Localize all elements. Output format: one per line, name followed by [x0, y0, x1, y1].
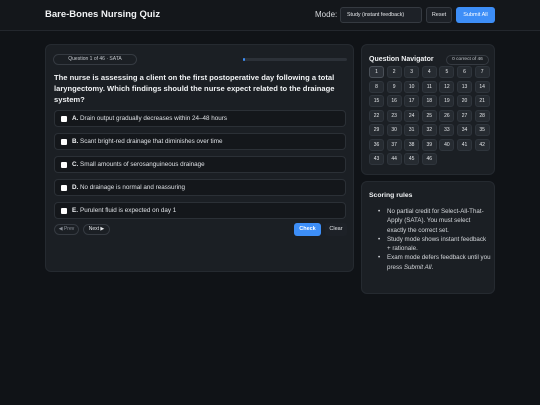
nav-cell-24[interactable]: 24 [404, 109, 420, 122]
checkbox[interactable] [61, 162, 67, 168]
next-button[interactable]: Next ▶ [83, 224, 110, 235]
option-text: Small amounts of serosanguineous drainag… [80, 161, 205, 168]
option-b[interactable]: B. Scant bright-red drainage that dimini… [54, 133, 346, 150]
nav-cell-45[interactable]: 45 [404, 153, 420, 165]
nav-cell-33[interactable]: 33 [439, 124, 455, 136]
question-navigator: Question Navigator 0 correct of 46 12345… [361, 44, 495, 175]
nav-cell-19[interactable]: 19 [439, 95, 455, 107]
rules-title: Scoring rules [369, 192, 413, 199]
rules-list: No partial credit for Select-All-That-Ap… [378, 207, 491, 272]
clear-button[interactable]: Clear [325, 223, 347, 236]
nav-cell-1[interactable]: 1 [369, 66, 384, 78]
submit-all-button[interactable]: Submit All [456, 7, 495, 23]
nav-cell-5[interactable]: 5 [439, 66, 455, 78]
nav-cell-29[interactable]: 29 [369, 124, 384, 136]
nav-cell-6[interactable]: 6 [457, 66, 472, 78]
nav-cell-22[interactable]: 22 [369, 109, 384, 122]
check-button[interactable]: Check [294, 223, 321, 236]
nav-cell-38[interactable]: 38 [404, 138, 420, 151]
checkbox[interactable] [61, 185, 67, 191]
nav-cell-43[interactable]: 43 [369, 153, 384, 165]
nav-cell-8[interactable]: 8 [369, 80, 384, 93]
nav-cell-7[interactable]: 7 [474, 66, 490, 78]
mode-select[interactable]: Study (instant feedback) [340, 7, 422, 23]
rule-item: No partial credit for Select-All-That-Ap… [378, 207, 491, 235]
option-a[interactable]: A. Drain output gradually decreases with… [54, 110, 346, 127]
nav-cell-27[interactable]: 27 [457, 109, 472, 122]
rule-item: Study mode shows instant feedback + rati… [378, 235, 491, 254]
mode-label: Mode: [315, 10, 338, 19]
nav-cell-13[interactable]: 13 [457, 80, 472, 93]
nav-cell-31[interactable]: 31 [404, 124, 420, 136]
progress-fill [243, 58, 246, 61]
nav-cell-2[interactable]: 2 [386, 66, 402, 78]
rule-text: . [431, 263, 434, 271]
nav-cell-42[interactable]: 42 [474, 138, 490, 151]
nav-cell-20[interactable]: 20 [457, 95, 472, 107]
question-card: Question 1 of 46 · SATA The nurse is ass… [45, 44, 354, 272]
nav-cell-23[interactable]: 23 [386, 109, 402, 122]
option-letter: B. [72, 138, 79, 145]
option-letter: D. [72, 184, 79, 191]
nav-cell-39[interactable]: 39 [421, 138, 437, 151]
nav-cell-35[interactable]: 35 [474, 124, 490, 136]
nav-cell-28[interactable]: 28 [474, 109, 490, 122]
checkbox[interactable] [61, 208, 67, 214]
nav-cell-34[interactable]: 34 [457, 124, 472, 136]
progress-bar [243, 58, 347, 61]
navigator-title: Question Navigator [369, 56, 434, 63]
option-text: Purulent fluid is expected on day 1 [80, 207, 177, 214]
nav-cell-17[interactable]: 17 [404, 95, 420, 107]
option-d[interactable]: D. No drainage is normal and reassuring [54, 179, 346, 196]
option-text: No drainage is normal and reassuring [80, 184, 186, 191]
nav-cell-12[interactable]: 12 [439, 80, 455, 93]
reset-button[interactable]: Reset [426, 7, 452, 23]
nav-cell-44[interactable]: 44 [386, 153, 402, 165]
rule-emphasis: Submit All [403, 263, 432, 271]
nav-cell-36[interactable]: 36 [369, 138, 384, 151]
nav-cell-25[interactable]: 25 [421, 109, 437, 122]
rule-item: Exam mode defers feedback until you pres… [378, 253, 491, 272]
nav-cell-11[interactable]: 11 [421, 80, 437, 93]
score-badge: 0 correct of 46 [446, 55, 489, 65]
nav-cell-3[interactable]: 3 [404, 66, 420, 78]
option-e[interactable]: E. Purulent fluid is expected on day 1 [54, 202, 346, 219]
question-meta-badge: Question 1 of 46 · SATA [53, 54, 137, 65]
option-text: Scant bright-red drainage that diminishe… [80, 138, 223, 145]
nav-cell-10[interactable]: 10 [404, 80, 420, 93]
scoring-rules-card: Scoring rules No partial credit for Sele… [361, 181, 495, 294]
top-bar: Bare-Bones Nursing Quiz Mode: Study (ins… [0, 0, 540, 31]
nav-cell-26[interactable]: 26 [439, 109, 455, 122]
option-text: Drain output gradually decreases within … [80, 115, 228, 122]
nav-cell-41[interactable]: 41 [457, 138, 472, 151]
nav-cell-18[interactable]: 18 [421, 95, 437, 107]
nav-cell-9[interactable]: 9 [386, 80, 402, 93]
app-title: Bare-Bones Nursing Quiz [45, 9, 161, 20]
checkbox[interactable] [61, 139, 67, 145]
option-letter: A. [72, 115, 79, 122]
nav-cell-14[interactable]: 14 [474, 80, 490, 93]
prev-button[interactable]: ◀ Prev [54, 224, 79, 235]
nav-cell-46[interactable]: 46 [421, 153, 437, 165]
nav-cell-30[interactable]: 30 [386, 124, 402, 136]
nav-cell-40[interactable]: 40 [439, 138, 455, 151]
option-letter: C. [72, 161, 79, 168]
question-stem: The nurse is assessing a client on the f… [54, 73, 335, 104]
nav-cell-15[interactable]: 15 [369, 95, 384, 107]
rule-text: Exam mode defers feedback until you pres… [387, 254, 491, 271]
nav-cell-16[interactable]: 16 [386, 95, 402, 107]
nav-cell-21[interactable]: 21 [474, 95, 490, 107]
option-letter: E. [72, 207, 78, 214]
nav-cell-37[interactable]: 37 [386, 138, 402, 151]
option-c[interactable]: C. Small amounts of serosanguineous drai… [54, 156, 346, 173]
nav-cell-32[interactable]: 32 [421, 124, 437, 136]
checkbox[interactable] [61, 116, 67, 122]
nav-cell-4[interactable]: 4 [421, 66, 437, 78]
